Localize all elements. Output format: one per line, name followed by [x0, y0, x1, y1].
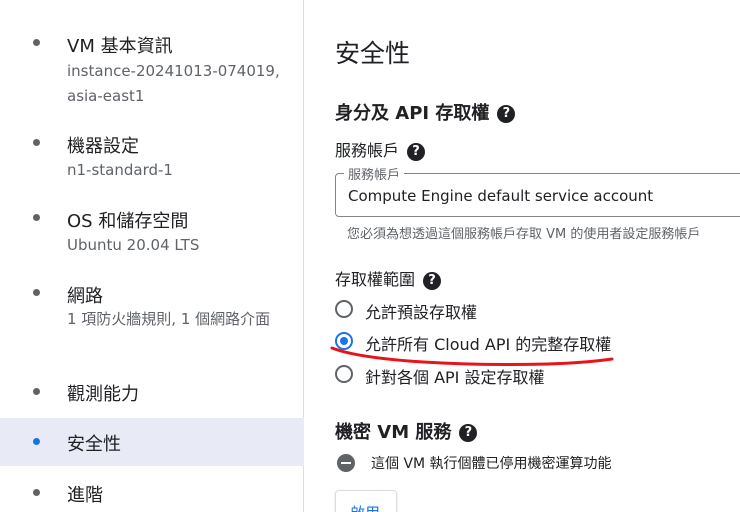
sidebar-item-subtitle: 1 項防火牆規則, 1 個網路介面 [67, 310, 271, 328]
sidebar-item-title: 觀測能力 [67, 384, 139, 405]
step-bullet-icon [33, 438, 40, 445]
confidential-status-text: 這個 VM 執行個體已停用機密運算功能 [371, 456, 612, 472]
service-account-select[interactable]: 服務帳戶 Compute Engine default service acco… [335, 164, 740, 217]
service-account-value: Compute Engine default service account [348, 187, 654, 205]
sidebar-item-observability[interactable]: 觀測能力 [0, 370, 304, 414]
radio-label: 允許預設存取權 [365, 303, 478, 322]
access-scope-label: 存取權範圍? [335, 266, 442, 290]
sidebar-item-title: 進階 [67, 485, 103, 506]
step-bullet-icon [33, 139, 40, 146]
sidebar-item-title: 網路 [67, 286, 103, 307]
identity-section-label: 身分及 API 存取權 [335, 103, 490, 124]
disabled-status-icon [337, 454, 355, 472]
confidential-section-label: 機密 VM 服務 [335, 422, 452, 443]
sidebar-item-advanced[interactable]: 進階 [0, 470, 304, 512]
sidebar-item-title: 機器設定 [67, 136, 139, 157]
help-icon[interactable]: ? [423, 271, 442, 290]
radio-label: 針對各個 API 設定存取權 [365, 368, 545, 387]
service-account-label: 服務帳戶? [335, 137, 426, 161]
step-bullet-icon [33, 289, 40, 296]
sidebar-item-vm-basics[interactable]: VM 基本資訊 instance-20241013-074019, asia-e… [0, 24, 304, 116]
page-title: 安全性 [335, 39, 411, 68]
radio-button[interactable] [335, 365, 353, 383]
sidebar-item-os-storage[interactable]: OS 和儲存空間 Ubuntu 20.04 LTS [0, 199, 304, 263]
step-bullet-icon [33, 214, 40, 221]
service-account-hint: 您必須為想透過這個服務帳戶存取 VM 的使用者設定服務帳戶 [347, 227, 701, 242]
step-bullet-icon [33, 388, 40, 395]
sidebar-item-subtitle: n1-standard-1 [67, 161, 173, 179]
stepper-sidebar: VM 基本資訊 instance-20241013-074019, asia-e… [0, 0, 304, 512]
sidebar-item-title: OS 和儲存空間 [67, 211, 189, 232]
service-account-label-text: 服務帳戶 [335, 141, 400, 160]
radio-button[interactable] [335, 300, 353, 318]
service-account-field-label: 服務帳戶 [344, 164, 405, 183]
sidebar-item-machine-config[interactable]: 機器設定 n1-standard-1 [0, 124, 304, 188]
sidebar-item-security[interactable]: 安全性 [0, 418, 304, 466]
radio-button[interactable] [335, 332, 353, 350]
step-bullet-icon [33, 489, 40, 496]
sidebar-item-subtitle: instance-20241013-074019, asia-east1 [67, 62, 280, 105]
sidebar-item-subtitle: Ubuntu 20.04 LTS [67, 236, 200, 254]
sidebar-item-title: VM 基本資訊 [67, 36, 173, 57]
radio-label: 允許所有 Cloud API 的完整存取權 [365, 335, 612, 354]
enable-button[interactable]: 啟用 [335, 490, 397, 512]
sidebar-item-title: 安全性 [67, 434, 121, 455]
confidential-section-title: 機密 VM 服務? [335, 418, 478, 444]
sidebar-item-networking[interactable]: 網路 1 項防火牆規則, 1 個網路介面 [0, 274, 304, 366]
help-icon[interactable]: ? [497, 105, 516, 123]
access-scope-label-text: 存取權範圍 [335, 270, 416, 289]
security-panel: 安全性 身分及 API 存取權? 服務帳戶? 服務帳戶 Compute Engi… [305, 0, 740, 512]
help-icon[interactable]: ? [459, 424, 478, 442]
enable-button-label: 啟用 [350, 502, 380, 512]
help-icon[interactable]: ? [407, 142, 426, 161]
identity-section-title: 身分及 API 存取權? [335, 99, 516, 125]
step-bullet-icon [33, 39, 40, 46]
